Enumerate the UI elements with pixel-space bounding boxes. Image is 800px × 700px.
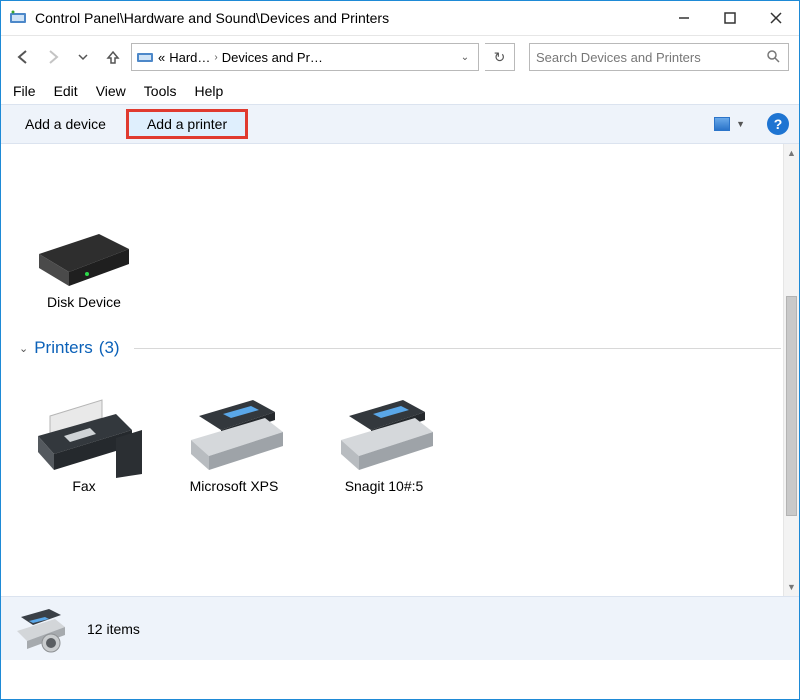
close-button[interactable] xyxy=(753,1,799,35)
menu-tools[interactable]: Tools xyxy=(144,83,177,99)
breadcrumb-seg2[interactable]: Devices and Pr… xyxy=(222,50,323,65)
recent-locations-button[interactable] xyxy=(71,45,95,69)
back-button[interactable] xyxy=(11,45,35,69)
view-options-button[interactable]: ▼ xyxy=(710,115,749,133)
help-button[interactable]: ? xyxy=(767,113,789,135)
window-title: Control Panel\Hardware and Sound\Devices… xyxy=(35,10,661,26)
printer-item-xps[interactable]: Microsoft XPS xyxy=(169,388,299,494)
minimize-button[interactable] xyxy=(661,1,707,35)
maximize-button[interactable] xyxy=(707,1,753,35)
breadcrumb-sep-icon: › xyxy=(214,52,217,63)
forward-button[interactable] xyxy=(41,45,65,69)
status-item-count: 12 items xyxy=(87,621,140,637)
printers-group-count: (3) xyxy=(99,338,120,358)
printers-group-header[interactable]: ⌄ Printers (3) xyxy=(19,338,781,358)
search-icon xyxy=(764,49,782,66)
app-icon xyxy=(9,9,27,27)
search-input[interactable]: Search Devices and Printers xyxy=(529,43,789,71)
address-bar[interactable]: « Hard… › Devices and Pr… ⌄ xyxy=(131,43,479,71)
menu-edit[interactable]: Edit xyxy=(54,83,78,99)
disk-device-icon xyxy=(19,204,149,294)
collapse-icon: ⌄ xyxy=(19,342,28,355)
menu-bar: File Edit View Tools Help xyxy=(1,78,799,104)
location-icon xyxy=(136,48,154,66)
printer-label: Snagit 10#:5 xyxy=(319,478,449,494)
menu-help[interactable]: Help xyxy=(194,83,223,99)
chevron-down-icon: ▼ xyxy=(736,119,745,129)
printer-item-fax[interactable]: Fax xyxy=(19,388,149,494)
divider xyxy=(134,348,781,349)
menu-view[interactable]: View xyxy=(96,83,126,99)
status-bar: 12 items xyxy=(1,596,799,660)
scroll-up-icon[interactable]: ▲ xyxy=(784,144,799,162)
refresh-button[interactable]: ↻ xyxy=(485,43,515,71)
devices-summary-icon xyxy=(15,605,69,653)
fax-icon xyxy=(19,388,149,478)
content-area: Disk Device ⌄ Printers (3) Fax xyxy=(1,144,799,596)
device-item-disk[interactable]: Disk Device xyxy=(19,204,149,310)
breadcrumb-seg1[interactable]: Hard… xyxy=(169,50,210,65)
view-thumbnail-icon xyxy=(714,117,730,131)
printer-icon xyxy=(319,388,449,478)
nav-row: « Hard… › Devices and Pr… ⌄ ↻ Search Dev… xyxy=(1,36,799,78)
title-bar: Control Panel\Hardware and Sound\Devices… xyxy=(1,1,799,35)
scroll-thumb[interactable] xyxy=(786,296,797,516)
scroll-down-icon[interactable]: ▼ xyxy=(784,578,799,596)
search-placeholder: Search Devices and Printers xyxy=(536,50,701,65)
printer-label: Microsoft XPS xyxy=(169,478,299,494)
printer-label: Fax xyxy=(19,478,149,494)
breadcrumb-prefix: « xyxy=(158,50,165,65)
scrollbar[interactable]: ▲ ▼ xyxy=(783,144,799,596)
printers-group-label: Printers xyxy=(34,338,93,358)
address-dropdown-icon[interactable]: ⌄ xyxy=(456,52,474,63)
up-button[interactable] xyxy=(101,45,125,69)
printer-item-snagit[interactable]: Snagit 10#:5 xyxy=(319,388,449,494)
printer-icon xyxy=(169,388,299,478)
add-device-button[interactable]: Add a device xyxy=(11,110,120,138)
toolbar: Add a device Add a printer ▼ ? xyxy=(1,104,799,144)
menu-file[interactable]: File xyxy=(13,83,36,99)
add-printer-button[interactable]: Add a printer xyxy=(126,109,248,139)
device-label: Disk Device xyxy=(19,294,149,310)
